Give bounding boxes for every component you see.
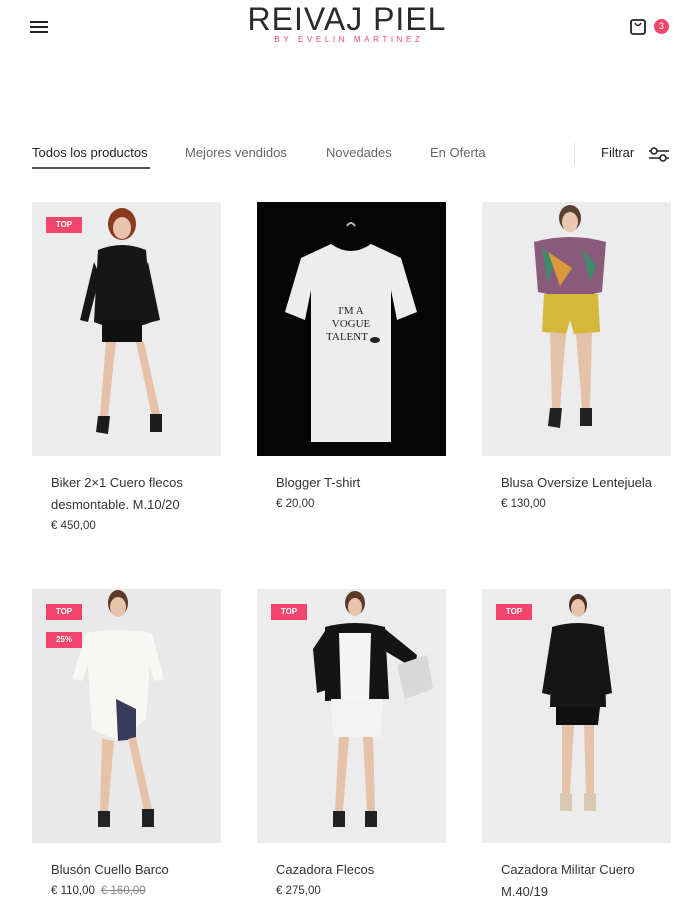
- badge-top: TOP: [496, 604, 532, 620]
- sliders-icon: [649, 147, 669, 162]
- original-price: € 160,00: [100, 885, 146, 897]
- model-photo: [542, 594, 612, 811]
- badge-discount: 25%: [46, 632, 82, 648]
- cart-button[interactable]: 3: [628, 16, 672, 40]
- site-header: REIVAJ PIEL BY EVELIN MARTINEZ 3: [0, 0, 694, 60]
- cart-count-badge: 3: [654, 19, 669, 34]
- badge-top: TOP: [46, 217, 82, 233]
- product-card[interactable]: TOP Cazadora Flecos € 275,00: [257, 589, 446, 897]
- current-price: € 110,00: [51, 885, 95, 897]
- badge-top: TOP: [271, 604, 307, 620]
- product-card[interactable]: I'M A VOGUE TALENT Blogger T-shirt € 20,…: [257, 202, 446, 510]
- model-photo: [80, 208, 162, 434]
- product-filter-tabs: Todos los productos Mejores vendidos Nov…: [32, 140, 672, 172]
- tshirt-photo: I'M A VOGUE TALENT: [285, 222, 417, 442]
- model-photo: [534, 205, 606, 428]
- product-image[interactable]: TOP 25%: [32, 589, 221, 843]
- product-image[interactable]: I'M A VOGUE TALENT: [257, 202, 446, 456]
- product-image[interactable]: [482, 202, 671, 456]
- product-name[interactable]: Cazadora Militar Cuero M.40/19: [482, 859, 671, 900]
- tabs-divider: [574, 143, 575, 165]
- product-name[interactable]: Biker 2×1 Cuero flecos desmontable. M.10…: [32, 472, 221, 516]
- product-card[interactable]: TOP 25% Blusón Cuello Barco € 110,00 € 16…: [32, 589, 221, 897]
- badge-top: TOP: [46, 604, 82, 620]
- product-price: € 20,00: [276, 498, 315, 510]
- product-price: € 110,00 € 160,00: [32, 885, 221, 897]
- product-name[interactable]: Blogger T-shirt: [257, 472, 446, 494]
- shopping-bag-icon: [630, 19, 646, 35]
- shirt-print-line-2: VOGUE: [332, 318, 371, 330]
- product-name[interactable]: Blusa Oversize Lentejuela: [482, 472, 671, 494]
- filter-label: Filtrar: [601, 145, 635, 160]
- active-tab-underline: [32, 167, 150, 169]
- shirt-print-line-3: TALENT: [326, 331, 368, 343]
- tab-on-sale[interactable]: En Oferta: [430, 145, 486, 160]
- product-image[interactable]: TOP: [482, 589, 671, 843]
- product-card[interactable]: TOP Biker 2×1 Cuero flecos desmontable. …: [32, 202, 221, 532]
- model-photo: [72, 590, 164, 827]
- site-logo[interactable]: REIVAJ PIEL BY EVELIN MARTINEZ: [0, 2, 694, 45]
- logo-sub-text: BY EVELIN MARTINEZ: [274, 35, 424, 44]
- product-name[interactable]: Blusón Cuello Barco: [32, 859, 221, 881]
- product-card[interactable]: TOP Cazadora Militar Cuero M.40/19: [482, 589, 671, 900]
- model-photo: [313, 591, 433, 827]
- product-price: € 130,00: [501, 498, 546, 510]
- product-price: € 450,00: [51, 520, 96, 532]
- product-card[interactable]: Blusa Oversize Lentejuela € 130,00: [482, 202, 671, 510]
- product-name[interactable]: Cazadora Flecos: [257, 859, 446, 881]
- tab-best-sellers[interactable]: Mejores vendidos: [185, 145, 287, 160]
- logo-main-text: REIVAJ PIEL: [247, 1, 447, 37]
- product-price: € 275,00: [276, 885, 321, 897]
- filter-button[interactable]: Filtrar: [600, 140, 672, 168]
- tab-all-products[interactable]: Todos los productos: [32, 145, 148, 160]
- product-image[interactable]: TOP: [257, 589, 446, 843]
- shirt-print-line-1: I'M A: [338, 305, 364, 317]
- product-image[interactable]: TOP: [32, 202, 221, 456]
- tab-new-arrivals[interactable]: Novedades: [326, 145, 392, 160]
